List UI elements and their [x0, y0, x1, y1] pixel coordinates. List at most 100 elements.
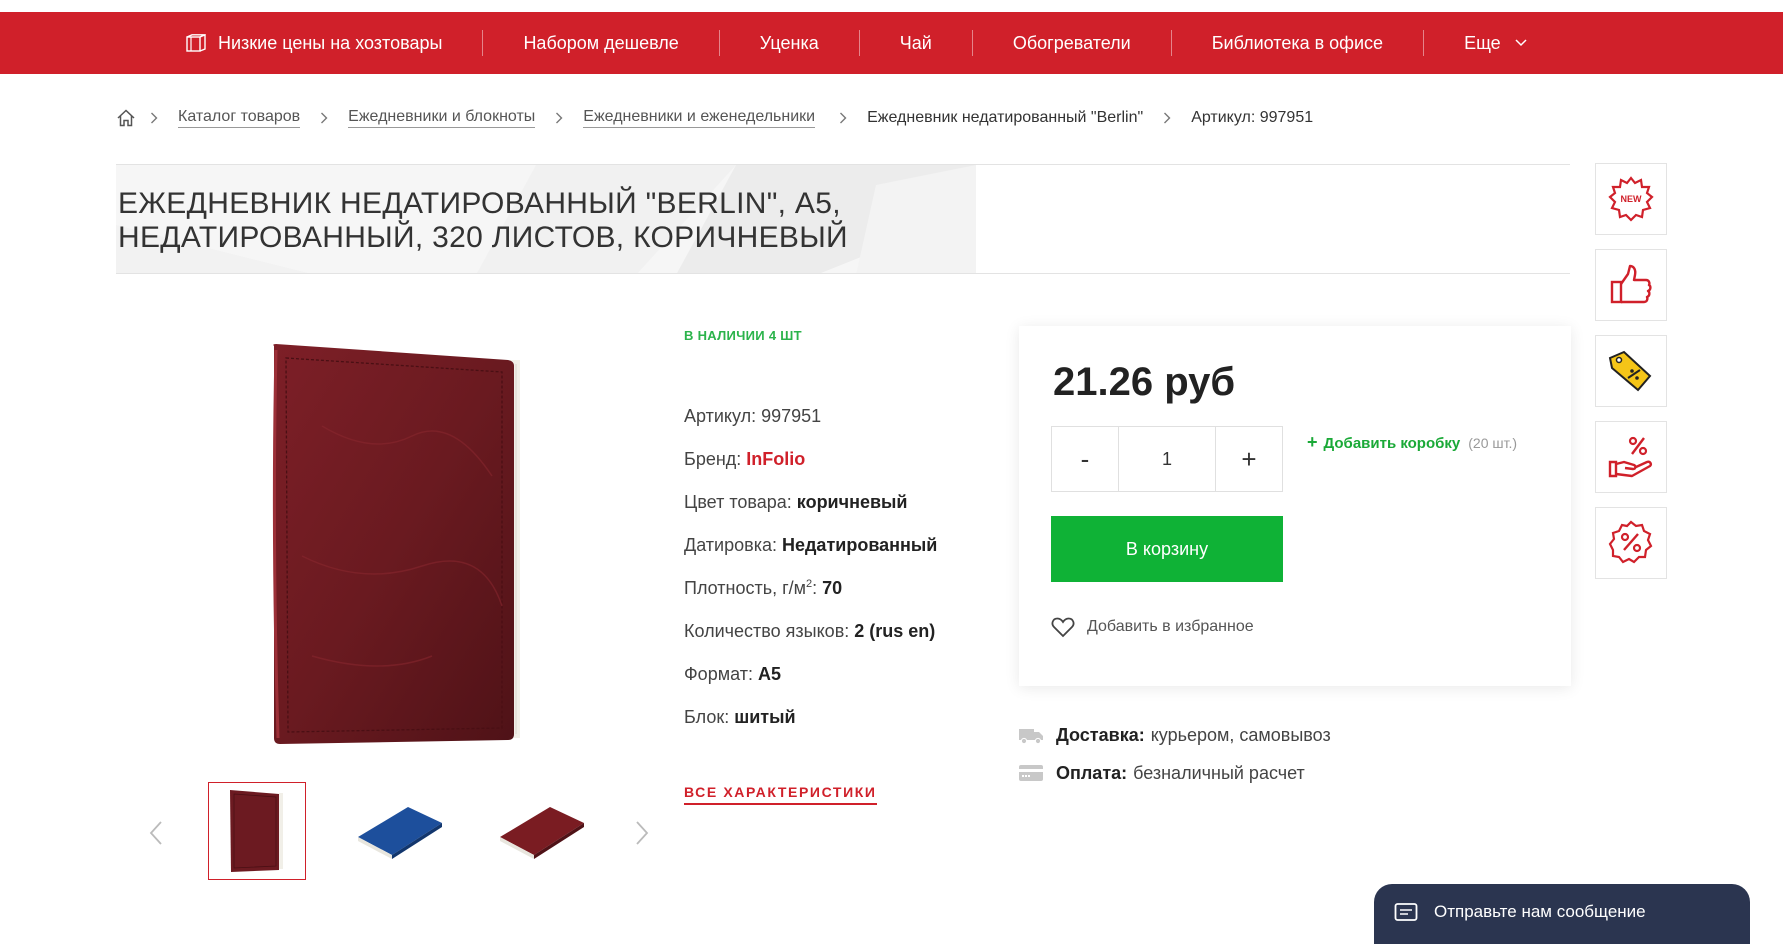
- chevron-right-icon: [840, 112, 847, 124]
- discount-hand-icon: [1608, 436, 1652, 478]
- increase-button[interactable]: +: [1216, 427, 1282, 491]
- box-count: (20 шт.): [1468, 435, 1518, 451]
- add-to-cart-button[interactable]: В корзину: [1051, 516, 1283, 582]
- stock-status: В НАЛИЧИИ 4 ШТ: [684, 328, 802, 343]
- delivery-info: Доставка: курьером, самовывоз Оплата: безн…: [1018, 716, 1331, 792]
- discount-badge-button[interactable]: [1595, 507, 1667, 579]
- breadcrumb: Каталог товаров Ежедневники и блокноты Е…: [116, 108, 1333, 128]
- chevron-down-icon: [1515, 39, 1527, 47]
- nav-label: Библиотека в офисе: [1211, 32, 1384, 53]
- prop-label: Бренд:: [684, 449, 742, 469]
- decrease-button[interactable]: -: [1052, 427, 1118, 491]
- all-characteristics-link[interactable]: ВСЕ ХАРАКТЕРИСТИКИ: [684, 784, 877, 805]
- chevron-left-icon[interactable]: [148, 820, 164, 846]
- delivery-row: Доставка: курьером, самовывоз: [1018, 716, 1331, 754]
- top-nav: Низкие цены на хозтовары Набором дешевле…: [0, 12, 1783, 74]
- favorites-label: Добавить в избранное: [1087, 618, 1254, 635]
- chevron-right-icon: [321, 112, 328, 124]
- delivery-label: Доставка:: [1056, 724, 1145, 745]
- truck-icon: [1019, 729, 1043, 745]
- breadcrumb-link-diaries[interactable]: Ежедневники и блокноты: [348, 108, 536, 128]
- thumbnail-1[interactable]: [208, 782, 306, 880]
- prop-value: 70: [822, 578, 843, 598]
- thumbnail-3[interactable]: [492, 782, 590, 880]
- discount-hand-button[interactable]: [1595, 421, 1667, 493]
- thumbnail-image: [358, 807, 442, 859]
- delivery-value: курьером, самовывоз: [1150, 724, 1331, 745]
- thumbnail-2[interactable]: [350, 782, 448, 880]
- prop-density: Плотность, г/м2: 70: [684, 578, 843, 598]
- prop-format: Формат: А5: [684, 664, 937, 707]
- nav-item-tea[interactable]: Чай: [860, 12, 972, 74]
- breadcrumb-article: Артикул: 997951: [1191, 109, 1314, 126]
- prop-label: Датировка:: [684, 535, 777, 555]
- prop-languages: Количество языков: 2 (rus en): [684, 621, 937, 664]
- prop-value: 997951: [761, 406, 822, 426]
- breadcrumb-link-catalog[interactable]: Каталог товаров: [178, 108, 301, 128]
- prop-value: шитый: [734, 707, 796, 727]
- new-badge-text: NEW: [1621, 194, 1643, 204]
- prop-label: Плотность, г/м: [684, 578, 807, 598]
- sale-tag-icon: [1608, 350, 1652, 392]
- nav-item-set-cheaper[interactable]: Набором дешевле: [483, 12, 718, 74]
- card-icon: [1019, 765, 1043, 781]
- nav-label: Обогреватели: [1012, 32, 1131, 53]
- prop-article: Артикул: 997951: [684, 406, 937, 449]
- add-to-favorites[interactable]: Добавить в избранное: [1051, 616, 1254, 638]
- recommended-button[interactable]: [1595, 249, 1667, 321]
- payment-label: Оплата:: [1056, 762, 1128, 783]
- prop-label: Блок:: [684, 707, 730, 727]
- chat-label: Отправьте нам сообщение: [1434, 902, 1646, 921]
- price: 21.26 руб: [1053, 360, 1236, 404]
- quantity-input[interactable]: 1: [1118, 427, 1216, 491]
- add-box-label: Добавить коробку: [1323, 435, 1461, 452]
- nav-label: Набором дешевле: [523, 32, 679, 53]
- prop-sup: 2: [806, 578, 813, 590]
- prop-color: Цвет товара: коричневый: [684, 492, 937, 535]
- side-icons: NEW: [1595, 163, 1667, 579]
- chevron-right-icon: [1164, 112, 1171, 124]
- nav-label: Уценка: [759, 32, 819, 53]
- plus-icon: +: [1307, 432, 1318, 452]
- nav-item-library[interactable]: Библиотека в офисе: [1172, 12, 1423, 74]
- breadcrumb-link-weekly[interactable]: Ежедневники и еженедельники: [583, 108, 816, 128]
- prop-label: Артикул:: [684, 406, 757, 426]
- chevron-right-icon: [556, 112, 563, 124]
- prop-label: Количество языков:: [684, 621, 850, 641]
- prop-value: коричневый: [796, 492, 908, 512]
- nav-item-heaters[interactable]: Обогреватели: [973, 12, 1171, 74]
- percent-badge-icon: [1608, 520, 1653, 564]
- add-box-link[interactable]: + Добавить коробку (20 шт.): [1307, 432, 1517, 453]
- product-main-image[interactable]: [262, 336, 542, 756]
- nav-item-low-prices[interactable]: Низкие цены на хозтовары: [186, 12, 482, 74]
- chat-widget[interactable]: Отправьте нам сообщение: [1374, 884, 1750, 944]
- nav-item-markdown[interactable]: Уценка: [720, 12, 859, 74]
- chevron-right-icon: [151, 112, 158, 124]
- thumbnail-carousel: [140, 782, 660, 880]
- product-properties: Артикул: 997951 Бренд: InFolio Цвет това…: [684, 406, 937, 750]
- home-icon[interactable]: [116, 109, 136, 127]
- breadcrumb-current: Ежедневник недатированный "Berlin": [867, 109, 1144, 126]
- prop-brand: Бренд: InFolio: [684, 449, 937, 492]
- sale-tag-button[interactable]: [1595, 335, 1667, 407]
- payment-value: безналичный расчет: [1133, 762, 1305, 783]
- prop-value: А5: [757, 664, 781, 684]
- prop-label: Формат:: [684, 664, 753, 684]
- message-icon: [1394, 903, 1418, 921]
- prop-dating: Датировка: Недатированный: [684, 535, 937, 578]
- prop-value: Недатированный: [782, 535, 938, 555]
- nav-label: Низкие цены на хозтовары: [218, 32, 443, 53]
- brand-link[interactable]: InFolio: [746, 449, 805, 469]
- thumbs-up-icon: [1610, 264, 1652, 304]
- nav-item-more[interactable]: Еще: [1424, 12, 1567, 74]
- title-block: ЕЖЕДНЕВНИК НЕДАТИРОВАННЫЙ "BERLIN", А5, …: [116, 164, 1570, 274]
- thumbnail-image: [500, 807, 584, 859]
- buy-card: 21.26 руб - 1 + + Добавить коробку (20 шт.…: [1019, 326, 1571, 686]
- new-badge-icon: NEW: [1608, 176, 1654, 222]
- prop-block: Блок: шитый: [684, 707, 937, 750]
- prop-value: 2 (rus en): [854, 621, 936, 641]
- chevron-right-icon[interactable]: [634, 820, 650, 846]
- new-badge-button[interactable]: NEW: [1595, 163, 1667, 235]
- quantity-stepper: - 1 +: [1051, 426, 1283, 492]
- nav-label: Чай: [899, 32, 932, 53]
